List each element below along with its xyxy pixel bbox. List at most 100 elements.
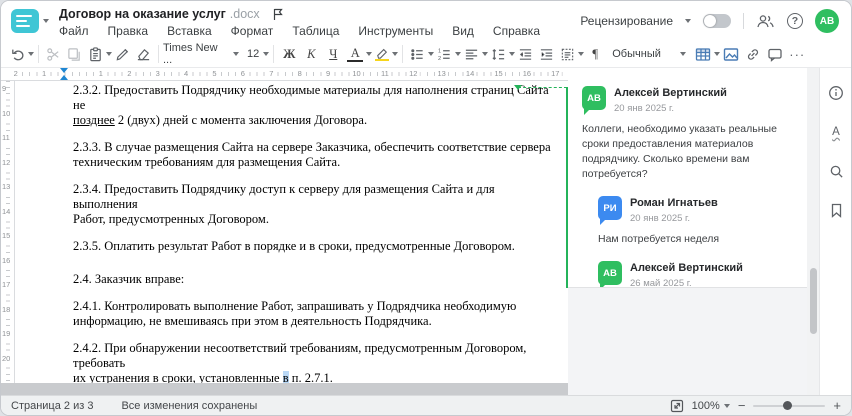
spellcheck-icon[interactable]: А — [827, 123, 845, 141]
highlight-caret-icon[interactable] — [392, 52, 399, 56]
help-icon[interactable]: ? — [787, 13, 803, 29]
search-icon[interactable] — [827, 162, 845, 180]
ruler-h-number: 1 — [40, 69, 49, 79]
insert-table-button[interactable] — [692, 43, 714, 65]
menu-item-7[interactable]: Вид — [452, 24, 474, 38]
decrease-indent-button[interactable] — [515, 43, 536, 65]
bullet-list-button[interactable] — [407, 43, 428, 65]
comment-thread[interactable]: АВ Алексей Вертинский 20 янв 2025 г. Коллег… — [568, 68, 807, 288]
bold-button[interactable]: Ж — [278, 43, 300, 65]
review-mode-caret-icon[interactable] — [685, 19, 691, 23]
zoom-slider[interactable] — [753, 401, 826, 410]
undo-caret-icon[interactable] — [28, 52, 34, 56]
nonprinting-chars-button[interactable]: ¶ — [584, 43, 606, 65]
increase-indent-button[interactable] — [536, 43, 557, 65]
menubar: Файл Правка Вставка Формат Таблица Инструмент… — [59, 24, 540, 38]
ruler-v-number: 16 — [2, 254, 11, 266]
menu-item-8[interactable]: Справка — [493, 24, 540, 38]
comment-avatar: АВ — [582, 86, 606, 115]
zoom-out-button[interactable]: − — [738, 399, 746, 412]
font-size-select[interactable]: 12 — [247, 48, 270, 60]
menu-item-2[interactable]: Правка — [108, 24, 149, 38]
undo-button[interactable] — [7, 43, 28, 65]
paragraph[interactable]: 2.4.2. При обнаружении несоответствий тр… — [73, 341, 551, 383]
more-tools-button[interactable]: ··· — [786, 43, 808, 65]
review-toggle[interactable] — [703, 14, 731, 28]
menu-item-5[interactable]: Таблица — [292, 24, 339, 38]
ruler-vertical[interactable]: 9 10 11 12 13 14 15 16 17 18 19 20 — [1, 81, 15, 383]
insert-image-button[interactable] — [720, 43, 742, 65]
right-sidebar: А — [819, 68, 851, 395]
highlight-color-button[interactable] — [372, 43, 392, 65]
vertical-scrollbar[interactable] — [807, 68, 819, 395]
comment-date: 20 янв 2025 г. — [614, 103, 675, 114]
ruler-horizontal[interactable]: 21123456789101112131415161718 — [11, 68, 607, 81]
zoom-in-button[interactable]: + — [833, 399, 841, 412]
paragraph-style-select[interactable]: Обычный — [612, 48, 687, 60]
document-text[interactable]: 2.3.2. Предоставить Подрядчику необходим… — [73, 83, 551, 383]
paste-button[interactable] — [85, 43, 106, 65]
document-title: Договор на оказание услуг — [59, 7, 226, 21]
italic-button[interactable]: К — [300, 43, 322, 65]
font-name-select[interactable]: Times New ... — [163, 42, 239, 66]
menu-item-4[interactable]: Формат — [231, 24, 274, 38]
text-run: информацию, не вмешиваясь при этом в дея… — [73, 314, 432, 328]
underline-button[interactable]: Ч — [322, 43, 344, 65]
first-line-indent-marker[interactable] — [60, 68, 68, 73]
save-status: Все изменения сохранены — [121, 399, 258, 412]
ruler-h-number: 5 — [210, 69, 219, 79]
menu-item-3[interactable]: Вставка — [167, 24, 212, 38]
comment[interactable]: АВ Алексей Вертинский 20 янв 2025 г. Коллег… — [582, 86, 797, 182]
zoom-level-select[interactable]: 100% — [692, 400, 730, 412]
left-indent-marker[interactable] — [60, 75, 68, 80]
ruler-h-number: 9 — [324, 69, 333, 79]
app-logo-icon[interactable] — [11, 9, 39, 33]
copy-button[interactable] — [64, 43, 85, 65]
insert-link-button[interactable] — [742, 43, 764, 65]
paragraph[interactable]: 2.3.2. Предоставить Подрядчику необходим… — [73, 83, 551, 128]
svg-text:1: 1 — [438, 48, 441, 54]
font-name-caret-icon[interactable] — [233, 52, 239, 56]
paragraph[interactable]: 2.3.4. Предоставить Подрядчику доступ к … — [73, 182, 551, 227]
comment-reply[interactable]: РИ Роман Игнатьев 20 янв 2025 г. Нам потреб… — [598, 196, 797, 247]
document-info-icon[interactable] — [827, 84, 845, 102]
bookmark-icon[interactable] — [827, 201, 845, 219]
insert-comment-button[interactable] — [764, 43, 786, 65]
paragraph[interactable]: 2.3.3. В случае размещения Сайта на серв… — [73, 140, 551, 170]
paragraph-borders-button[interactable] — [557, 43, 578, 65]
numbered-list-button[interactable]: 12 — [434, 43, 455, 65]
ruler-h-number: 4 — [182, 69, 191, 79]
favorite-flag-icon[interactable] — [272, 8, 284, 21]
menu-item-6[interactable]: Инструменты — [358, 24, 433, 38]
paragraph[interactable]: 2.4.1. Контролировать выполнение Работ, … — [73, 299, 551, 329]
clear-style-button[interactable] — [133, 43, 154, 65]
paragraph[interactable]: 2.4. Заказчик вправе: — [73, 272, 551, 287]
align-button[interactable] — [461, 43, 482, 65]
ruler-v-number: 12 — [2, 156, 11, 168]
collaborators-icon[interactable] — [756, 14, 775, 29]
line-spacing-button[interactable] — [488, 43, 509, 65]
font-color-button[interactable]: А — [344, 43, 366, 65]
copy-style-button[interactable] — [112, 43, 133, 65]
comment-author: Роман Игнатьев — [630, 197, 718, 209]
page-counter[interactable]: Страница 2 из 3 — [11, 400, 93, 412]
fit-width-icon[interactable] — [670, 399, 684, 413]
logo-menu-caret-icon[interactable] — [43, 19, 49, 23]
review-mode-label[interactable]: Рецензирование — [580, 14, 673, 28]
style-caret-icon[interactable] — [680, 52, 687, 56]
zoom-slider-knob[interactable] — [783, 401, 793, 410]
font-size-caret-icon[interactable] — [263, 52, 270, 56]
comment-reply[interactable]: АВАлексей Вертинский26 май 2025 г.Роман … — [598, 261, 797, 287]
user-avatar[interactable]: АВ — [815, 9, 839, 33]
cut-button[interactable] — [43, 43, 64, 65]
document-page[interactable]: 2.3.2. Предоставить Подрядчику необходим… — [15, 81, 567, 383]
scrollbar-thumb[interactable] — [809, 268, 817, 334]
menu-item-1[interactable]: Файл — [59, 24, 89, 38]
zoom-caret-icon[interactable] — [723, 403, 730, 408]
text-run: 2.3.4. Предоставить Подрядчику доступ к … — [73, 182, 495, 211]
text-run: 2.4.2. При обнаружении несоответствий тр… — [73, 341, 527, 370]
ruler-h-number: 10 — [350, 69, 363, 79]
paragraph[interactable]: 2.3.5. Оплатить результат Работ в порядк… — [73, 239, 551, 254]
ruler-h-number: 6 — [238, 69, 247, 79]
ruler-v-number: 14 — [2, 205, 11, 217]
